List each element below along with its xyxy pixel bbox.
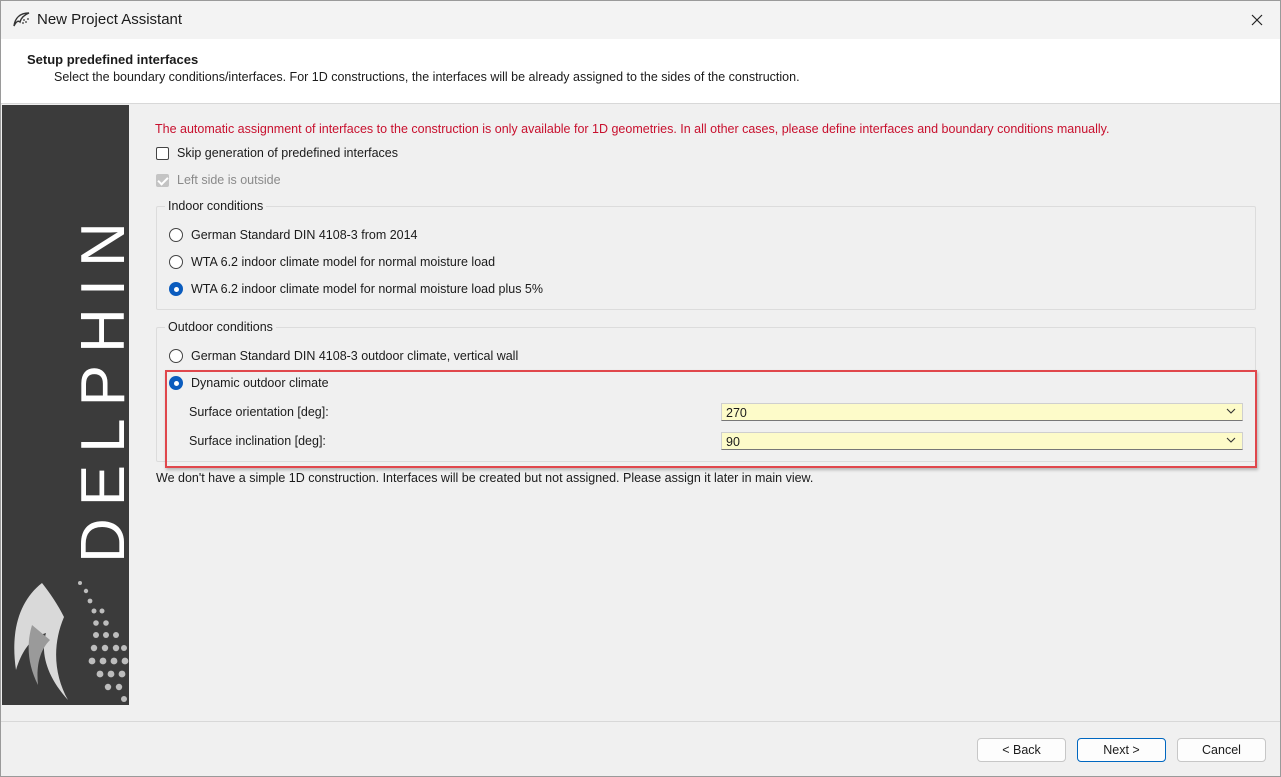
cancel-button[interactable]: Cancel <box>1177 738 1266 762</box>
wizard-header: Setup predefined interfaces Select the b… <box>1 39 1280 104</box>
assignment-note-text: We don't have a simple 1D construction. … <box>156 471 814 485</box>
outdoor-option-din-4108-label: German Standard DIN 4108-3 outdoor clima… <box>191 349 519 363</box>
next-button[interactable]: Next > <box>1077 738 1166 762</box>
indoor-conditions-title: Indoor conditions <box>165 199 267 213</box>
indoor-option-wta-normal[interactable]: WTA 6.2 indoor climate model for normal … <box>169 255 495 269</box>
indoor-option-wta-plus5-label: WTA 6.2 indoor climate model for normal … <box>191 282 544 296</box>
back-button[interactable]: < Back <box>977 738 1066 762</box>
skip-generation-checkbox[interactable]: Skip generation of predefined interfaces <box>156 146 398 160</box>
indoor-option-wta-normal-radio[interactable] <box>169 255 183 269</box>
wizard-footer: < Back Next > Cancel <box>1 721 1280 776</box>
highlight-annotation-box <box>165 370 1257 468</box>
left-side-outside-label: Left side is outside <box>177 173 281 187</box>
wizard-window: New Project Assistant Setup predefined i… <box>0 0 1281 777</box>
delphin-logo-graphic: DELPHIN <box>14 210 129 702</box>
outdoor-option-din-4108[interactable]: German Standard DIN 4108-3 outdoor clima… <box>169 349 518 363</box>
delphin-side-banner: DELPHIN <box>2 105 129 705</box>
assignment-note: We don't have a simple 1D construction. … <box>156 471 813 485</box>
delphin-brand-text: DELPHIN <box>69 210 129 563</box>
indoor-conditions-group: Indoor conditions German Standard DIN 41… <box>156 199 1256 310</box>
close-icon <box>1251 14 1263 26</box>
outdoor-conditions-title: Outdoor conditions <box>165 320 276 334</box>
left-side-outside-checkbox: Left side is outside <box>156 173 281 187</box>
content-area: The automatic assignment of interfaces t… <box>155 105 1260 705</box>
indoor-option-wta-normal-label: WTA 6.2 indoor climate model for normal … <box>191 255 496 269</box>
left-side-outside-checkbox-box <box>156 173 169 187</box>
indoor-option-din-4108-radio[interactable] <box>169 228 183 242</box>
delphin-app-icon <box>13 12 30 27</box>
page-title: Setup predefined interfaces <box>27 52 199 67</box>
indoor-option-wta-plus5[interactable]: WTA 6.2 indoor climate model for normal … <box>169 282 543 296</box>
skip-generation-label: Skip generation of predefined interfaces <box>177 146 398 160</box>
outdoor-option-din-4108-radio[interactable] <box>169 349 183 363</box>
skip-generation-checkbox-box[interactable] <box>156 146 169 160</box>
title-bar: New Project Assistant <box>1 1 1280 39</box>
window-title: New Project Assistant <box>37 11 183 28</box>
indoor-option-din-4108[interactable]: German Standard DIN 4108-3 from 2014 <box>169 228 418 242</box>
warning-message: The automatic assignment of interfaces t… <box>155 122 1110 136</box>
indoor-option-wta-plus5-radio[interactable] <box>169 282 183 296</box>
page-subtitle: Select the boundary conditions/interface… <box>54 70 800 84</box>
close-button[interactable] <box>1234 1 1280 39</box>
indoor-option-din-4108-label: German Standard DIN 4108-3 from 2014 <box>191 228 418 242</box>
